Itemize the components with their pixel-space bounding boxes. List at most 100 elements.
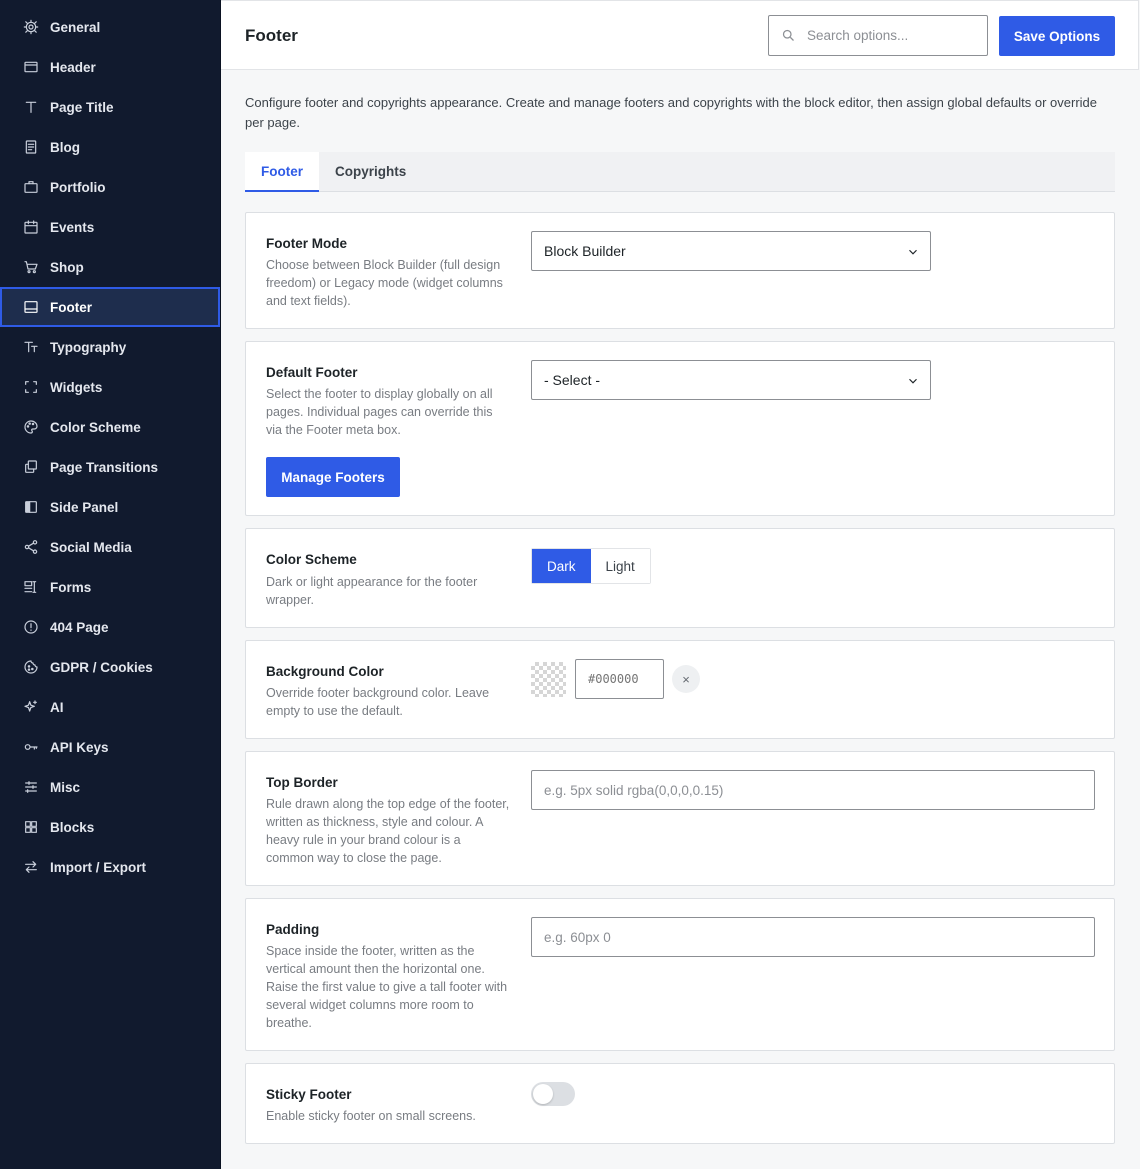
- field-description: Override footer background color. Leave …: [266, 686, 490, 718]
- color-scheme-dark-option[interactable]: Dark: [532, 549, 591, 583]
- padding-input[interactable]: [531, 917, 1095, 957]
- clear-color-button[interactable]: ×: [672, 665, 700, 693]
- field-label: Padding: [266, 922, 320, 937]
- sidebar-item-label: Import / Export: [50, 859, 147, 875]
- field-label: Sticky Footer: [266, 1087, 352, 1102]
- background-color-hex-input[interactable]: [575, 659, 664, 699]
- field-description: Select the footer to display globally on…: [266, 387, 493, 437]
- tab-copyrights[interactable]: Copyrights: [319, 152, 422, 191]
- sidebar-item-api-keys[interactable]: API Keys: [0, 727, 220, 767]
- sidebar-item-general[interactable]: General: [0, 7, 220, 47]
- sidebar-item-footer[interactable]: Footer: [0, 287, 220, 327]
- tab-footer[interactable]: Footer: [245, 152, 319, 192]
- tab-bar: Footer Copyrights: [245, 152, 1115, 192]
- search-box[interactable]: [768, 15, 988, 56]
- settings-sidebar: General Header Page Title Blog Portfolio…: [0, 0, 221, 1169]
- sidebar-item-typography[interactable]: Typography: [0, 327, 220, 367]
- sidebar-item-forms[interactable]: Forms: [0, 567, 220, 607]
- field-description: Enable sticky footer on small screens.: [266, 1109, 476, 1123]
- top-border-input[interactable]: [531, 770, 1095, 810]
- main-content: Footer Save Options Configure footer and…: [221, 0, 1140, 1169]
- sliders-icon: [22, 778, 40, 796]
- sidebar-item-label: AI: [50, 699, 64, 715]
- color-scheme-light-option[interactable]: Light: [590, 549, 650, 583]
- sidebar-item-label: Page Transitions: [50, 459, 159, 475]
- sidebar-item-social-media[interactable]: Social Media: [0, 527, 220, 567]
- window-icon: [22, 58, 40, 76]
- sidebar-item-label: Events: [50, 219, 95, 235]
- select-value: Block Builder: [544, 243, 626, 259]
- footer-mode-select[interactable]: Block Builder: [531, 231, 931, 271]
- page-title: Footer: [245, 26, 298, 45]
- default-footer-select[interactable]: - Select -: [531, 360, 931, 400]
- color-scheme-toggle-group: Dark Light: [531, 548, 651, 584]
- chevron-down-icon: [906, 374, 920, 388]
- sidebar-item-header[interactable]: Header: [0, 47, 220, 87]
- sidebar-item-page-title[interactable]: Page Title: [0, 87, 220, 127]
- sidebar-item-label: Shop: [50, 259, 84, 275]
- sidebar-item-label: Color Scheme: [50, 419, 141, 435]
- sidebar-item-label: GDPR / Cookies: [50, 659, 153, 675]
- save-options-button[interactable]: Save Options: [999, 16, 1115, 56]
- cart-icon: [22, 258, 40, 276]
- sidebar-item-label: API Keys: [50, 739, 109, 755]
- field-description: Rule drawn along the top edge of the foo…: [266, 797, 510, 865]
- calendar-icon: [22, 218, 40, 236]
- forms-icon: [22, 578, 40, 596]
- top-bar: Footer Save Options: [221, 0, 1139, 70]
- sidebar-item-label: Footer: [50, 299, 92, 315]
- gear-icon: [22, 18, 40, 36]
- intro-text: Configure footer and copyrights appearan…: [245, 95, 1098, 130]
- color-swatch[interactable]: [531, 662, 566, 697]
- sidebar-item-portfolio[interactable]: Portfolio: [0, 167, 220, 207]
- background-color-card: Background Color Override footer backgro…: [245, 640, 1115, 739]
- sidebar-item-label: 404 Page: [50, 619, 109, 635]
- field-description: Choose between Block Builder (full desig…: [266, 258, 503, 308]
- sidebar-item-events[interactable]: Events: [0, 207, 220, 247]
- sidebar-item-blocks[interactable]: Blocks: [0, 807, 220, 847]
- sidebar-item-blog[interactable]: Blog: [0, 127, 220, 167]
- sidebar-item-label: Side Panel: [50, 499, 119, 515]
- widgets-icon: [22, 378, 40, 396]
- document-icon: [22, 138, 40, 156]
- sidebar-item-color-scheme[interactable]: Color Scheme: [0, 407, 220, 447]
- field-label: Color Scheme: [266, 552, 357, 567]
- sidebar-item-import-export[interactable]: Import / Export: [0, 847, 220, 887]
- field-description: Space inside the footer, written as the …: [266, 944, 508, 1030]
- sidebar-item-widgets[interactable]: Widgets: [0, 367, 220, 407]
- default-footer-card: Default Footer Select the footer to disp…: [245, 341, 1115, 516]
- sidebar-item-page-transitions[interactable]: Page Transitions: [0, 447, 220, 487]
- sticky-footer-card: Sticky Footer Enable sticky footer on sm…: [245, 1063, 1115, 1144]
- layers-icon: [22, 458, 40, 476]
- sidebar-item-404-page[interactable]: 404 Page: [0, 607, 220, 647]
- sidebar-item-label: Widgets: [50, 379, 103, 395]
- sidebar-nav-list: General Header Page Title Blog Portfolio…: [0, 0, 220, 887]
- sidebar-item-side-panel[interactable]: Side Panel: [0, 487, 220, 527]
- sidebar-item-label: Social Media: [50, 539, 132, 555]
- field-label: Background Color: [266, 664, 384, 679]
- cookie-icon: [22, 658, 40, 676]
- field-description: Dark or light appearance for the footer …: [266, 575, 478, 607]
- share-icon: [22, 538, 40, 556]
- manage-footers-button[interactable]: Manage Footers: [266, 457, 400, 497]
- sidebar-item-shop[interactable]: Shop: [0, 247, 220, 287]
- typography-icon: [22, 338, 40, 356]
- sidebar-item-misc[interactable]: Misc: [0, 767, 220, 807]
- search-input[interactable]: [807, 28, 977, 43]
- top-border-card: Top Border Rule drawn along the top edge…: [245, 751, 1115, 886]
- field-label: Top Border: [266, 775, 338, 790]
- alert-circle-icon: [22, 618, 40, 636]
- sidebar-item-gdpr-cookies[interactable]: GDPR / Cookies: [0, 647, 220, 687]
- side-panel-icon: [22, 498, 40, 516]
- briefcase-icon: [22, 178, 40, 196]
- sticky-footer-toggle[interactable]: [531, 1082, 575, 1106]
- palette-icon: [22, 418, 40, 436]
- key-icon: [22, 738, 40, 756]
- close-icon: ×: [682, 671, 690, 687]
- sidebar-item-label: Page Title: [50, 99, 114, 115]
- arrows-swap-icon: [22, 858, 40, 876]
- footer-mode-card: Footer Mode Choose between Block Builder…: [245, 212, 1115, 329]
- text-t-icon: [22, 98, 40, 116]
- footer-layout-icon: [22, 298, 40, 316]
- sidebar-item-ai[interactable]: AI: [0, 687, 220, 727]
